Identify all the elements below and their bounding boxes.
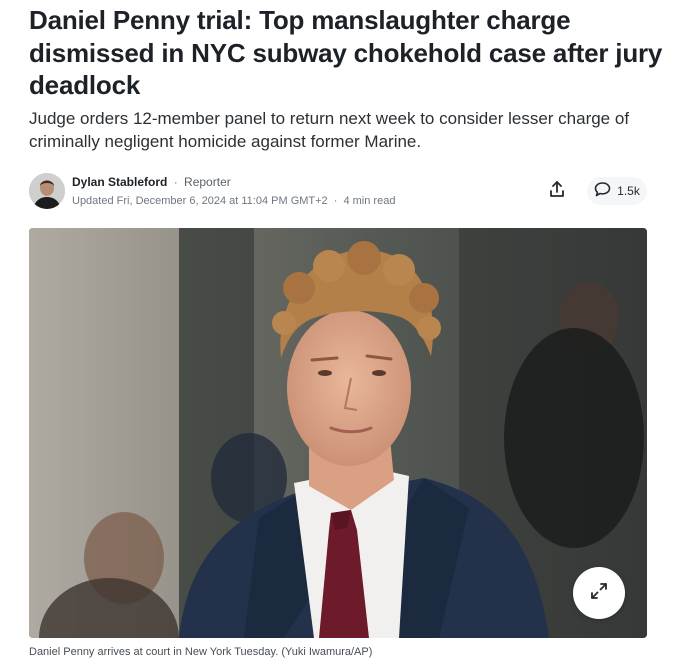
author-role: Reporter	[184, 175, 231, 189]
byline: Dylan Stableford · Reporter Updated Fri,…	[29, 172, 649, 212]
comment-bubble-icon	[594, 181, 611, 202]
meta-separator: ·	[333, 195, 338, 207]
comments-button[interactable]: 1.5k	[587, 177, 647, 205]
expand-icon	[588, 580, 610, 607]
comments-count: 1.5k	[617, 184, 640, 198]
share-button[interactable]	[544, 178, 570, 204]
share-icon	[547, 179, 567, 204]
read-time: 4 min read	[343, 195, 396, 207]
photo-caption: Daniel Penny arrives at court in New Yor…	[29, 646, 373, 658]
article-meta: Updated Fri, December 6, 2024 at 11:04 P…	[72, 194, 395, 209]
article-photo[interactable]	[29, 228, 647, 638]
author-line: Dylan Stableford · Reporter	[72, 174, 231, 190]
article-subheadline: Judge orders 12-member panel to return n…	[29, 109, 630, 151]
article-headline: Daniel Penny trial: Top manslaughter cha…	[29, 5, 663, 100]
author-name[interactable]: Dylan Stableford	[72, 175, 167, 189]
expand-image-button[interactable]	[573, 567, 625, 619]
byline-separator: ·	[173, 175, 178, 189]
author-avatar[interactable]	[29, 173, 65, 209]
updated-timestamp: Updated Fri, December 6, 2024 at 11:04 P…	[72, 195, 328, 207]
